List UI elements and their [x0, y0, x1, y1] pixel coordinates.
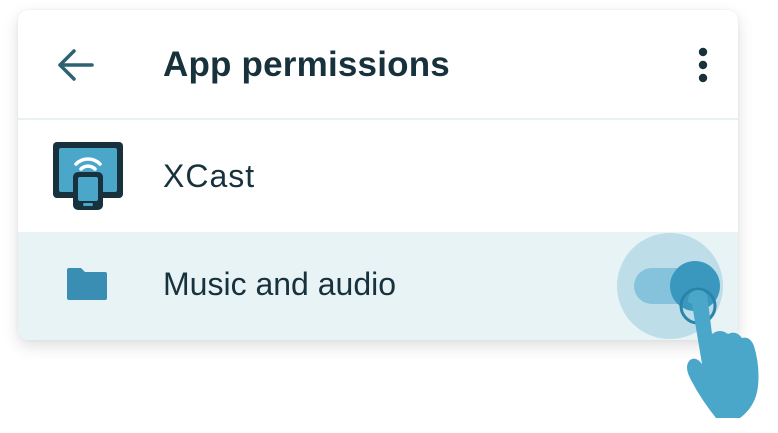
arrow-left-icon — [58, 49, 94, 81]
toggle-thumb — [670, 261, 720, 311]
folder-icon — [67, 268, 107, 300]
permission-label: Music and audio — [163, 266, 397, 302]
app-row: XCast — [18, 120, 738, 232]
app-bar: App permissions — [18, 10, 738, 120]
page-title: App permissions — [163, 45, 450, 84]
app-name: XCast — [163, 158, 256, 194]
xcast-app-icon — [53, 142, 123, 210]
back-button[interactable] — [48, 40, 104, 90]
screen: App permissions XCast Music and audio — [0, 0, 778, 433]
more-vertical-icon — [698, 47, 708, 83]
music-audio-toggle[interactable] — [634, 261, 720, 311]
more-options-button[interactable] — [684, 42, 722, 88]
